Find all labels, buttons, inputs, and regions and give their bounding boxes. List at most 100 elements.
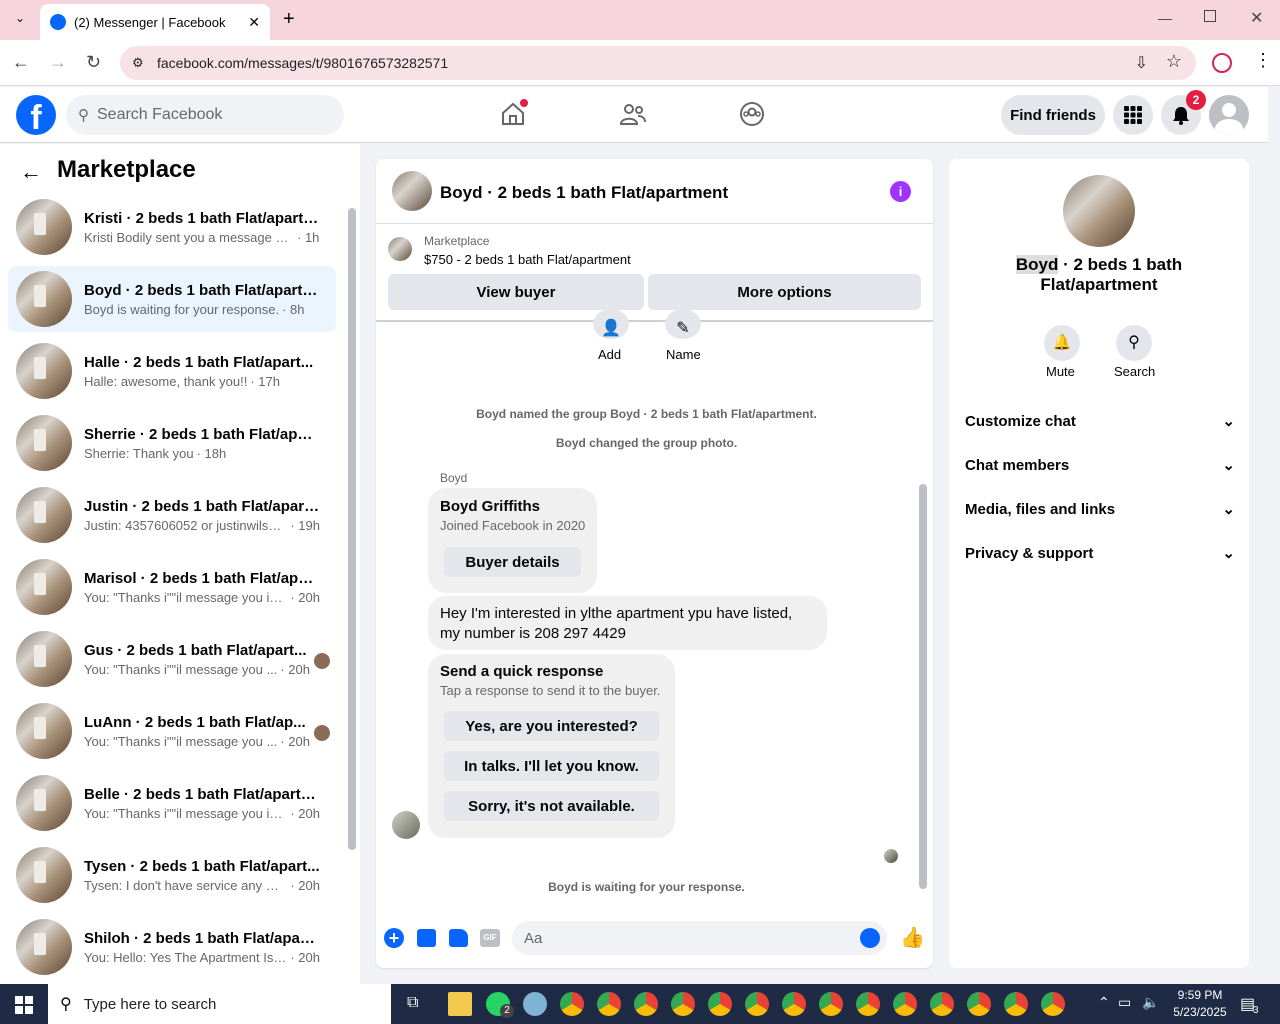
search-placeholder: Search Facebook xyxy=(97,106,223,123)
conversation-item[interactable]: Boyd · 2 beds 1 bath Flat/apartm... Boyd … xyxy=(8,266,336,332)
chrome-window-icon[interactable] xyxy=(597,992,621,1016)
menu-grid-icon[interactable] xyxy=(1113,95,1153,135)
browser-menu-icon[interactable]: ⋮ xyxy=(1254,50,1272,71)
chat-members-section[interactable]: Chat members ⌄ xyxy=(965,456,1235,475)
conversation-item[interactable]: Tysen · 2 beds 1 bath Flat/apart... Tysen… xyxy=(8,842,336,908)
chat-info-panel: Boyd · 2 beds 1 bath Flat/apartment 🔔 Mu… xyxy=(949,159,1249,968)
tab-list-chevron-icon[interactable]: ⌄ xyxy=(10,11,30,29)
forward-arrow-icon[interactable]: → xyxy=(49,52,67,73)
mute-bell-icon[interactable]: 🔔 xyxy=(1044,325,1080,361)
media-files-section[interactable]: Media, files and links ⌄ xyxy=(965,500,1235,519)
quick-response-button[interactable]: Sorry, it's not available. xyxy=(444,791,659,821)
chrome-window-icon[interactable] xyxy=(967,992,991,1016)
system-message: Boyd changed the group photo. xyxy=(555,436,738,450)
volume-icon[interactable]: 🔈 xyxy=(1142,994,1159,1011)
name-label: Name xyxy=(666,347,701,362)
more-options-button[interactable]: More options xyxy=(648,274,921,310)
back-arrow-icon[interactable]: ← xyxy=(12,52,30,73)
chrome-window-icon[interactable] xyxy=(819,992,843,1016)
network-icon[interactable]: ▭ xyxy=(1118,994,1131,1011)
sidebar-scrollbar[interactable] xyxy=(348,208,356,850)
chrome-window-icon[interactable] xyxy=(930,992,954,1016)
conversation-text: Halle · 2 beds 1 bath Flat/apart... Halle… xyxy=(84,354,320,389)
browser-tab[interactable]: (2) Messenger | Facebook ✕ xyxy=(40,4,270,40)
gif-icon[interactable]: GIF xyxy=(480,929,500,947)
clock[interactable]: 9:59 PM 5/23/2025 xyxy=(1164,988,1236,1019)
search-icon[interactable]: ⚲ xyxy=(1116,325,1152,361)
quick-response-card: Send a quick response Tap a response to … xyxy=(428,654,675,838)
conversation-item[interactable]: Shiloh · 2 beds 1 bath Flat/apart... You:… xyxy=(8,914,336,980)
tab-close-icon[interactable]: ✕ xyxy=(248,14,260,31)
chrome-window-icon[interactable] xyxy=(671,992,695,1016)
chrome-window-icon[interactable] xyxy=(893,992,917,1016)
quick-response-button[interactable]: Yes, are you interested? xyxy=(444,711,659,741)
buyer-details-button[interactable]: Buyer details xyxy=(444,547,581,577)
chrome-window-icon[interactable] xyxy=(1041,992,1065,1016)
photo-icon[interactable] xyxy=(417,929,436,947)
message-input[interactable]: Aa xyxy=(512,921,887,955)
conversation-item[interactable]: LuAnn · 2 beds 1 bath Flat/ap... You: "Th… xyxy=(8,698,336,764)
customize-chat-section[interactable]: Customize chat ⌄ xyxy=(965,412,1235,431)
chrome-window-icon[interactable] xyxy=(745,992,769,1016)
file-explorer-icon[interactable] xyxy=(448,992,472,1016)
chat-scrollbar[interactable] xyxy=(919,484,927,889)
window-close-icon[interactable]: ✕ xyxy=(1250,8,1263,28)
conversation-item[interactable]: Marisol · 2 beds 1 bath Flat/apar... You:… xyxy=(8,554,336,620)
privacy-support-section[interactable]: Privacy & support ⌄ xyxy=(965,544,1235,563)
thumbs-up-icon[interactable]: 👍 xyxy=(900,925,925,950)
info-icon[interactable]: i xyxy=(890,181,911,202)
listing-thumbnail[interactable] xyxy=(388,237,412,261)
facebook-search-input[interactable]: ⚲ Search Facebook xyxy=(66,95,344,135)
add-person-icon[interactable]: 👤 xyxy=(593,309,629,339)
paint-icon[interactable] xyxy=(523,992,547,1016)
restore-icon[interactable] xyxy=(1204,10,1216,22)
sticker-icon[interactable] xyxy=(449,929,468,947)
view-buyer-button[interactable]: View buyer xyxy=(388,274,644,310)
plus-icon[interactable]: + xyxy=(384,928,404,948)
conversation-item[interactable]: Justin · 2 beds 1 bath Flat/apart... Just… xyxy=(8,482,336,548)
profile-icon[interactable] xyxy=(1212,53,1232,73)
bookmark-star-icon[interactable]: ☆ xyxy=(1166,51,1182,72)
conversation-time: · 18h xyxy=(196,445,227,461)
windows-start-icon[interactable] xyxy=(15,996,33,1014)
site-info-icon[interactable]: ⚙ xyxy=(132,55,144,71)
chrome-window-icon[interactable] xyxy=(560,992,584,1016)
conversation-item[interactable]: Gus · 2 beds 1 bath Flat/apart... You: "T… xyxy=(8,626,336,692)
friends-icon[interactable] xyxy=(619,102,646,131)
conversation-title: Marisol · 2 beds 1 bath Flat/apar... xyxy=(84,569,320,587)
conversation-thumbnail xyxy=(16,343,72,399)
chat-title[interactable]: Boyd · 2 beds 1 bath Flat/apartment xyxy=(440,183,728,203)
chrome-window-icon[interactable] xyxy=(634,992,658,1016)
taskbar-search-input[interactable]: ⚲ Type here to search xyxy=(48,984,391,1024)
quick-response-button[interactable]: In talks. I'll let you know. xyxy=(444,751,659,781)
groups-icon[interactable] xyxy=(739,101,765,132)
conversation-item[interactable]: Halle · 2 beds 1 bath Flat/apart... Halle… xyxy=(8,338,336,404)
back-arrow-icon[interactable]: ← xyxy=(20,159,42,185)
minimize-icon[interactable]: — xyxy=(1158,10,1172,26)
conversation-item[interactable]: Sherrie · 2 beds 1 bath Flat/apart... She… xyxy=(8,410,336,476)
chrome-window-icon[interactable] xyxy=(708,992,732,1016)
chrome-window-icon[interactable] xyxy=(782,992,806,1016)
show-hidden-icons-chevron[interactable]: ⌃ xyxy=(1098,994,1110,1011)
pencil-icon[interactable]: ✎ xyxy=(665,309,701,339)
chrome-window-icon[interactable] xyxy=(856,992,880,1016)
new-tab-plus-icon[interactable]: + xyxy=(283,8,295,31)
conversation-item[interactable]: Kristi · 2 beds 1 bath Flat/apartm... Kri… xyxy=(8,194,336,260)
home-icon[interactable] xyxy=(500,99,528,127)
sender-avatar[interactable] xyxy=(392,811,420,839)
install-app-icon[interactable]: ⇩ xyxy=(1135,53,1148,73)
account-avatar[interactable] xyxy=(1209,95,1249,135)
address-bar[interactable]: ⚙ facebook.com/messages/t/98016765732825… xyxy=(120,46,1196,80)
chat-avatar[interactable] xyxy=(392,171,432,211)
group-photo[interactable] xyxy=(1063,175,1135,247)
chrome-window-icon[interactable] xyxy=(1004,992,1028,1016)
emoji-icon[interactable] xyxy=(860,928,880,948)
task-view-icon[interactable]: ⧉ xyxy=(407,994,418,1012)
reload-icon[interactable]: ↻ xyxy=(86,52,101,73)
taskbar-search-placeholder: Type here to search xyxy=(83,995,217,1013)
listing-detail[interactable]: $750 - 2 beds 1 bath Flat/apartment xyxy=(424,252,631,267)
facebook-logo-icon[interactable]: f xyxy=(16,95,56,137)
conversation-item[interactable]: Belle · 2 beds 1 bath Flat/apartm... You:… xyxy=(8,770,336,836)
mute-label: Mute xyxy=(1046,364,1075,379)
find-friends-button[interactable]: Find friends xyxy=(1001,95,1105,135)
